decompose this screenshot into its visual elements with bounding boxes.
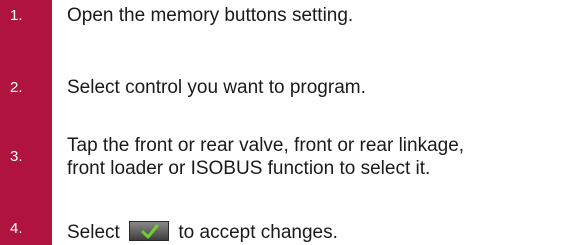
step-text-after: to accept changes. <box>178 222 338 243</box>
step-3: 3. Tap the front or rear valve, front or… <box>0 116 579 205</box>
step-text-line-1: Tap the front or rear valve, front or re… <box>67 135 465 156</box>
step-text-before: Select <box>67 222 120 243</box>
step-text-line-2: front loader or ISOBUS function to selec… <box>67 158 431 179</box>
instruction-steps: 1. Open the memory buttons setting. 2. S… <box>0 0 579 245</box>
step-number: 1. <box>10 7 23 24</box>
step-number-box: 2. <box>0 57 52 116</box>
step-number-box: 1. <box>0 0 52 57</box>
step-number-box: 3. <box>0 116 52 205</box>
step-number: 3. <box>10 148 23 165</box>
step-number-box: 4. <box>0 205 52 245</box>
accept-checkmark-icon <box>129 221 170 241</box>
step-4: 4. Select to accept changes. <box>0 205 579 245</box>
step-number: 2. <box>10 79 23 96</box>
step-number: 4. <box>10 220 23 237</box>
step-text: Select to accept changes. <box>67 221 338 244</box>
step-2: 2. Select control you want to program. <box>0 57 579 116</box>
step-text: Select control you want to program. <box>67 77 366 98</box>
step-text: Open the memory buttons setting. <box>67 5 354 26</box>
step-1: 1. Open the memory buttons setting. <box>0 0 579 57</box>
checkmark-icon <box>141 224 159 239</box>
